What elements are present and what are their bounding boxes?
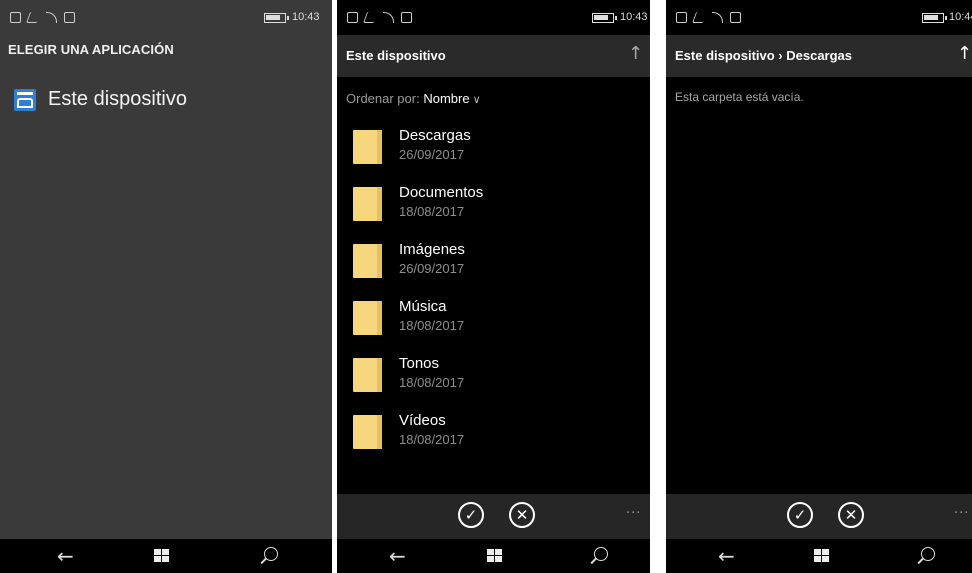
clock: 10:43 bbox=[620, 11, 648, 23]
message-icon bbox=[401, 12, 412, 23]
folder-date: 18/08/2017 bbox=[399, 318, 465, 333]
this-device-label: Este dispositivo bbox=[48, 88, 187, 110]
wifi-icon bbox=[383, 12, 394, 23]
wifi-icon bbox=[712, 12, 723, 23]
folder-item[interactable]: Vídeos 18/08/2017 bbox=[353, 412, 633, 469]
folder-name: Tonos bbox=[399, 355, 440, 372]
windows-start-icon[interactable] bbox=[487, 549, 503, 563]
notification-icon bbox=[10, 12, 21, 23]
sort-dropdown[interactable]: Ordenar por: Nombre ∨ bbox=[346, 91, 481, 106]
notification-icon bbox=[347, 12, 358, 23]
nav-bar: ← bbox=[337, 539, 650, 573]
windows-start-icon[interactable] bbox=[814, 549, 830, 563]
folder-item[interactable]: Descargas 26/09/2017 bbox=[353, 127, 633, 184]
notification-icon bbox=[676, 12, 687, 23]
status-icons bbox=[676, 12, 741, 23]
folder-item[interactable]: Documentos 18/08/2017 bbox=[353, 184, 633, 241]
folder-icon bbox=[353, 187, 382, 221]
status-icons bbox=[347, 12, 412, 23]
chevron-down-icon: ∨ bbox=[472, 94, 481, 106]
page-title: ELEGIR UNA APLICACIÓN bbox=[8, 42, 174, 57]
folder-name: Descargas bbox=[399, 127, 471, 144]
more-options-icon[interactable]: ··· bbox=[954, 506, 969, 521]
wifi-icon bbox=[46, 12, 57, 23]
sort-label: Ordenar por: bbox=[346, 91, 420, 106]
signal-icon bbox=[362, 12, 379, 23]
folder-item[interactable]: Música 18/08/2017 bbox=[353, 298, 633, 355]
accept-button[interactable]: ✓ bbox=[787, 502, 813, 528]
folder-icon bbox=[353, 130, 382, 164]
message-icon bbox=[64, 12, 75, 23]
empty-folder-message: Esta carpeta está vacía. bbox=[675, 90, 804, 104]
status-icons bbox=[10, 12, 75, 23]
back-arrow-icon[interactable]: ← bbox=[718, 544, 735, 568]
folder-date: 26/09/2017 bbox=[399, 147, 465, 162]
folder-item[interactable]: Tonos 18/08/2017 bbox=[353, 355, 633, 412]
folder-name: Documentos bbox=[399, 184, 484, 201]
up-arrow-icon[interactable]: ↑ bbox=[628, 43, 643, 64]
folder-date: 18/08/2017 bbox=[399, 375, 465, 390]
screen-this-device: 10:43 Este dispositivo ↑ Ordenar por: No… bbox=[337, 0, 650, 573]
search-icon[interactable] bbox=[264, 547, 278, 561]
windows-start-icon[interactable] bbox=[154, 549, 170, 563]
this-device-option[interactable]: Este dispositivo bbox=[14, 88, 187, 111]
signal-icon bbox=[691, 12, 708, 23]
clock: 10:44 bbox=[949, 11, 972, 23]
app-bar: ✓ ✕ ··· bbox=[666, 494, 972, 539]
folder-date: 26/09/2017 bbox=[399, 261, 465, 276]
up-arrow-icon[interactable]: ↑ bbox=[957, 43, 972, 64]
signal-icon bbox=[25, 12, 42, 23]
status-bar: 10:43 bbox=[0, 0, 332, 34]
location-title: Este dispositivo bbox=[346, 48, 446, 63]
folder-icon bbox=[353, 415, 382, 449]
location-header: Este dispositivo ↑ bbox=[337, 35, 650, 77]
more-options-icon[interactable]: ··· bbox=[626, 506, 641, 521]
clock: 10:43 bbox=[292, 11, 320, 23]
status-bar: 10:43 bbox=[337, 0, 650, 34]
battery-icon bbox=[922, 13, 947, 23]
search-icon[interactable] bbox=[921, 547, 935, 561]
nav-bar: ← bbox=[666, 539, 972, 573]
location-header: Este dispositivo › Descargas ↑ bbox=[666, 35, 972, 77]
sort-value: Nombre bbox=[423, 91, 470, 106]
folder-name: Vídeos bbox=[399, 412, 446, 429]
nav-bar: ← bbox=[0, 539, 332, 573]
battery-icon bbox=[264, 13, 289, 23]
folder-icon bbox=[353, 358, 382, 392]
screen-downloads: 10:44 Este dispositivo › Descargas ↑ Est… bbox=[666, 0, 972, 573]
breadcrumb: Este dispositivo › Descargas bbox=[675, 48, 853, 63]
folder-name: Música bbox=[399, 298, 447, 315]
folder-name: Imágenes bbox=[399, 241, 465, 258]
status-bar: 10:44 bbox=[666, 0, 972, 34]
back-arrow-icon[interactable]: ← bbox=[57, 544, 74, 568]
cancel-button[interactable]: ✕ bbox=[838, 502, 864, 528]
folder-date: 18/08/2017 bbox=[399, 204, 465, 219]
folder-icon bbox=[353, 244, 382, 278]
message-icon bbox=[730, 12, 741, 23]
screen-choose-app: 10:43 ELEGIR UNA APLICACIÓN Este disposi… bbox=[0, 0, 332, 573]
folder-device-icon bbox=[14, 88, 36, 111]
folder-list: Descargas 26/09/2017 Documentos 18/08/20… bbox=[353, 127, 633, 469]
folder-date: 18/08/2017 bbox=[399, 432, 465, 447]
battery-icon bbox=[592, 13, 617, 23]
folder-item[interactable]: Imágenes 26/09/2017 bbox=[353, 241, 633, 298]
folder-icon bbox=[353, 301, 382, 335]
back-arrow-icon[interactable]: ← bbox=[389, 544, 406, 568]
accept-button[interactable]: ✓ bbox=[458, 502, 484, 528]
search-icon[interactable] bbox=[594, 547, 608, 561]
cancel-button[interactable]: ✕ bbox=[509, 502, 535, 528]
app-bar: ✓ ✕ ··· bbox=[337, 494, 650, 539]
